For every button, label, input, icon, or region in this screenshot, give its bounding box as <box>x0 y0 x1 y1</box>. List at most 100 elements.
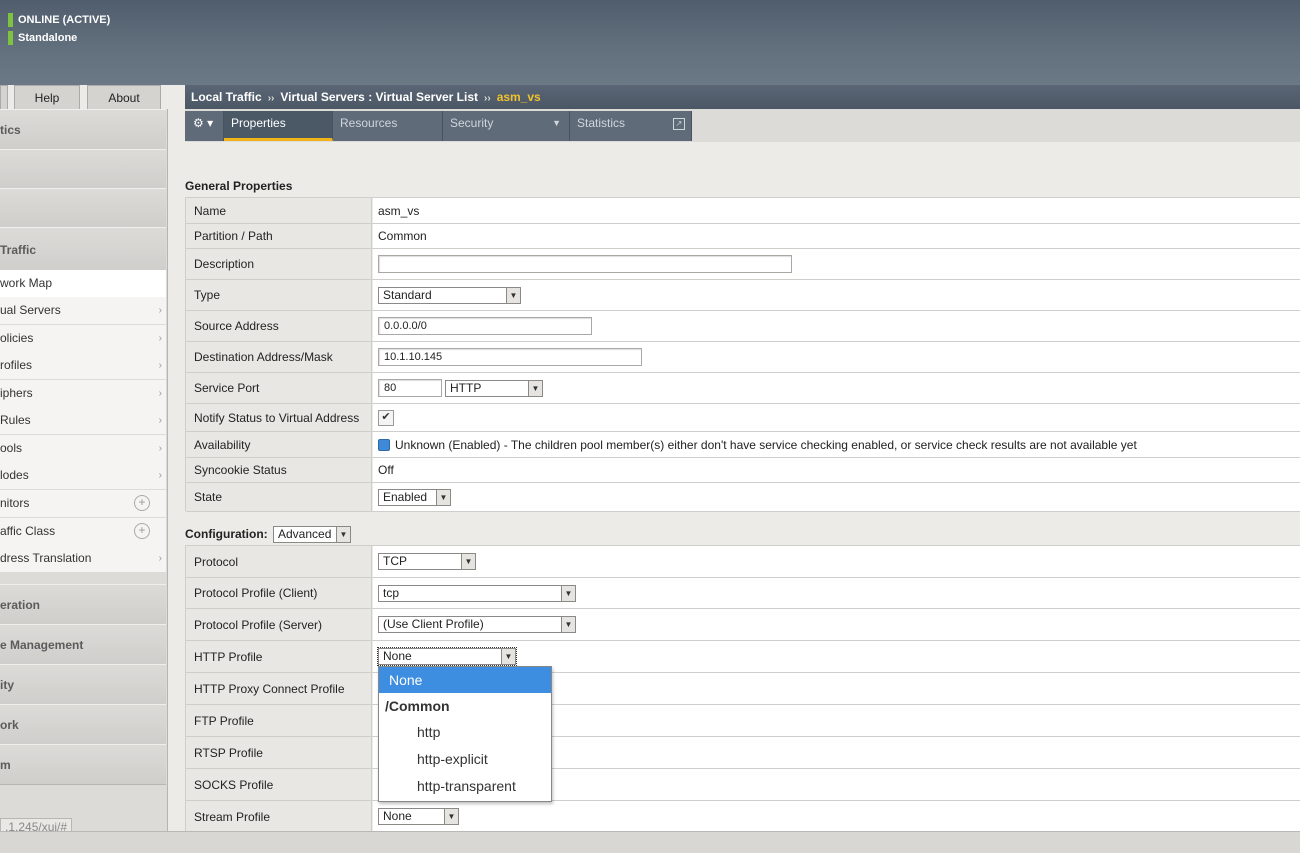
row-name: Name asm_vs <box>186 198 1300 224</box>
sidebar-section-local-traffic[interactable]: Traffic <box>0 227 166 272</box>
name-value: asm_vs <box>378 203 420 218</box>
tab-statistics[interactable]: Statistics ↗ <box>570 111 692 141</box>
dropdown-option-http-transparent[interactable]: http-transparent <box>379 773 551 799</box>
sidebar-item-ciphers[interactable]: iphers › <box>0 380 166 408</box>
sidebar-item-network-map[interactable]: work Map <box>0 270 166 298</box>
sidebar-section-network[interactable]: ork <box>0 704 166 745</box>
ftp-profile-label: FTP Profile <box>186 705 372 736</box>
row-state: State Enabled ▼ <box>186 483 1300 512</box>
breadcrumb-separator-icon: ›› <box>484 93 491 104</box>
state-select[interactable]: Enabled ▼ <box>378 488 451 506</box>
service-port-input[interactable]: 80 <box>378 379 442 397</box>
row-service-port: Service Port 80 HTTP ▼ <box>186 373 1300 404</box>
dropdown-arrow-icon: ▼ <box>336 527 350 542</box>
dropdown-arrow-icon: ▼ <box>561 585 575 601</box>
state-label: State <box>186 483 372 511</box>
top-tab-partial[interactable] <box>0 85 8 110</box>
sidebar-item-traffic-class[interactable]: affic Class + <box>0 518 166 546</box>
sidebar-item-virtual-servers[interactable]: ual Servers › <box>0 297 166 325</box>
notify-status-checkbox[interactable]: ✔ <box>378 409 394 426</box>
tab-security[interactable]: Security ▼ <box>443 111 570 141</box>
configuration-mode-select[interactable]: Advanced ▼ <box>273 526 351 543</box>
dropdown-option-http-explicit[interactable]: http-explicit <box>379 746 551 772</box>
row-syncookie: Syncookie Status Off <box>186 458 1300 483</box>
protocol-select[interactable]: TCP ▼ <box>378 553 476 570</box>
sidebar-section-statistics[interactable]: tics <box>0 109 166 150</box>
row-description: Description <box>186 249 1300 280</box>
chevron-right-icon: › <box>158 470 162 481</box>
stream-profile-select[interactable]: None ▼ <box>378 808 459 825</box>
sidebar-item-pools[interactable]: ools › <box>0 435 166 463</box>
row-rtsp-profile: RTSP Profile <box>186 737 1300 769</box>
partition-label: Partition / Path <box>186 224 372 248</box>
protocol-server-label: Protocol Profile (Server) <box>186 609 372 640</box>
source-address-input[interactable]: 0.0.0.0/0 <box>378 317 592 335</box>
dropdown-option-http[interactable]: http <box>379 719 551 745</box>
sidebar-section-device-management[interactable]: e Management <box>0 624 166 665</box>
protocol-client-select[interactable]: tcp ▼ <box>378 584 576 602</box>
dropdown-option-none[interactable]: None <box>379 667 551 693</box>
row-protocol-server: Protocol Profile (Server) (Use Client Pr… <box>186 609 1300 641</box>
description-input[interactable] <box>378 255 792 273</box>
configuration-title: Configuration: Advanced ▼ <box>185 526 355 543</box>
sidebar-section-blank-1[interactable] <box>0 149 166 189</box>
chevron-right-icon: › <box>158 305 162 316</box>
status-square-icon <box>378 438 390 451</box>
row-partition: Partition / Path Common <box>186 224 1300 249</box>
row-protocol: Protocol TCP ▼ <box>186 546 1300 578</box>
sidebar-item-monitors[interactable]: nitors + <box>0 490 166 518</box>
dropdown-arrow-icon: ▼ <box>528 380 542 396</box>
http-profile-label: HTTP Profile <box>186 641 372 672</box>
destination-input[interactable]: 10.1.10.145 <box>378 348 642 366</box>
http-profile-dropdown: None /Common http http-explicit http-tra… <box>378 666 552 802</box>
content-tab-bar: ⚙ ▾ Properties Resources Security ▼ Stati… <box>185 109 1300 142</box>
stream-profile-label: Stream Profile <box>186 801 372 831</box>
source-address-label: Source Address <box>186 311 372 341</box>
chevron-right-icon: › <box>158 443 162 454</box>
type-select[interactable]: Standard ▼ <box>378 286 521 304</box>
breadcrumb-virtual-server-list[interactable]: Virtual Servers : Virtual Server List <box>280 90 478 104</box>
row-type: Type Standard ▼ <box>186 280 1300 311</box>
dropdown-group-common: /Common <box>385 698 450 714</box>
chevron-right-icon: › <box>158 388 162 399</box>
sidebar-item-profiles[interactable]: rofiles › <box>0 352 166 380</box>
breadcrumb: Local Traffic ›› Virtual Servers : Virtual… <box>185 85 1300 109</box>
help-tab[interactable]: Help <box>14 85 80 110</box>
row-source-address: Source Address 0.0.0.0/0 <box>186 311 1300 342</box>
sidebar-section-security[interactable]: ity <box>0 664 166 705</box>
breadcrumb-local-traffic[interactable]: Local Traffic <box>191 90 262 104</box>
syncookie-label: Syncookie Status <box>186 458 372 482</box>
service-port-select[interactable]: HTTP ▼ <box>445 379 543 397</box>
sidebar-item-policies[interactable]: olicies › <box>0 325 166 353</box>
caret-down-icon: ▼ <box>552 118 561 128</box>
row-http-profile: HTTP Profile None ▼ <box>186 641 1300 673</box>
chevron-right-icon: › <box>158 553 162 564</box>
add-circle-icon[interactable]: + <box>134 523 150 539</box>
dropdown-arrow-icon: ▼ <box>461 554 475 569</box>
notify-status-label: Notify Status to Virtual Address <box>186 404 372 431</box>
add-circle-icon[interactable]: + <box>134 495 150 511</box>
sidebar-item-address-translation[interactable]: dress Translation › <box>0 545 166 573</box>
http-profile-select[interactable]: None ▼ <box>377 647 517 666</box>
protocol-server-select[interactable]: (Use Client Profile) ▼ <box>378 616 576 633</box>
sidebar-item-irules[interactable]: Rules › <box>0 407 166 435</box>
service-port-label: Service Port <box>186 373 372 403</box>
dropdown-arrow-icon: ▼ <box>436 489 450 505</box>
sidebar-item-nodes[interactable]: lodes › <box>0 462 166 490</box>
chevron-right-icon: › <box>158 415 162 426</box>
availability-value: Unknown (Enabled) - The children pool me… <box>395 437 1137 452</box>
partition-value: Common <box>378 229 427 243</box>
tab-properties[interactable]: Properties <box>224 111 333 141</box>
bottom-bar <box>0 831 1300 853</box>
gear-menu-button[interactable]: ⚙ ▾ <box>185 111 224 141</box>
sidebar-section-blank-2[interactable] <box>0 188 166 228</box>
row-availability: Availability Unknown (Enabled) - The chi… <box>186 432 1300 458</box>
sidebar-section-system[interactable]: m <box>0 744 166 785</box>
about-tab[interactable]: About <box>87 85 161 110</box>
http-proxy-label: HTTP Proxy Connect Profile <box>186 673 372 704</box>
chevron-right-icon: › <box>158 360 162 371</box>
sidebar-section-acceleration[interactable]: eration <box>0 584 166 625</box>
row-stream-profile: Stream Profile None ▼ <box>186 801 1300 831</box>
row-destination: Destination Address/Mask 10.1.10.145 <box>186 342 1300 373</box>
tab-resources[interactable]: Resources <box>333 111 443 141</box>
